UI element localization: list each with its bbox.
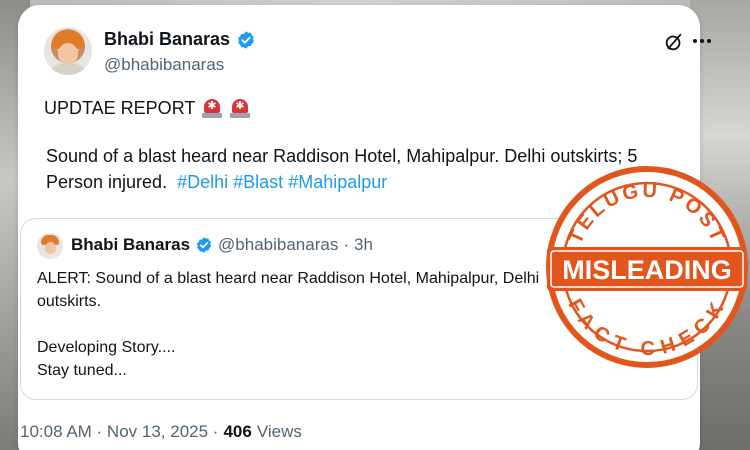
hashtag-delhi[interactable]: #Delhi — [177, 172, 228, 192]
police-siren-icon: ✱ — [201, 98, 223, 118]
views-count: 406 — [223, 422, 252, 441]
verified-badge-icon — [238, 30, 254, 49]
views-label: Views — [256, 422, 302, 441]
quoted-display-name[interactable]: Bhabi Banaras — [71, 235, 190, 255]
post-timestamp[interactable]: 10:08 AM · Nov 13, 2025 · — [20, 422, 218, 442]
author-handle[interactable]: @bhabibanaras — [104, 55, 224, 75]
verified-badge-icon — [196, 237, 212, 253]
fact-check-stamp: TELUGU POST FACT CHECK MISLEADING — [546, 166, 748, 368]
quoted-avatar[interactable] — [37, 233, 63, 259]
hashtag-blast[interactable]: #Blast — [233, 172, 283, 192]
quoted-header: Bhabi Banaras @bhabibanaras · 3h — [71, 235, 373, 255]
grok-icon[interactable] — [663, 31, 685, 53]
post-meta: 10:08 AM · Nov 13, 2025 · 406 Views — [20, 422, 302, 442]
author-row: Bhabi Banaras — [104, 29, 256, 50]
stamp-center-text: MISLEADING — [562, 255, 732, 285]
author-display-name[interactable]: Bhabi Banaras — [104, 29, 230, 50]
more-options-icon[interactable] — [693, 39, 711, 43]
quoted-separator: · — [343, 235, 350, 254]
quoted-age[interactable]: 3h — [354, 235, 373, 255]
police-siren-icon: ✱ — [229, 98, 251, 118]
avatar[interactable] — [44, 27, 92, 75]
quoted-handle[interactable]: @bhabibanaras — [218, 235, 338, 255]
hashtag-mahipalpur[interactable]: #Mahipalpur — [288, 172, 387, 192]
post-text-line1: UPDTAE REPORT — [44, 98, 196, 118]
